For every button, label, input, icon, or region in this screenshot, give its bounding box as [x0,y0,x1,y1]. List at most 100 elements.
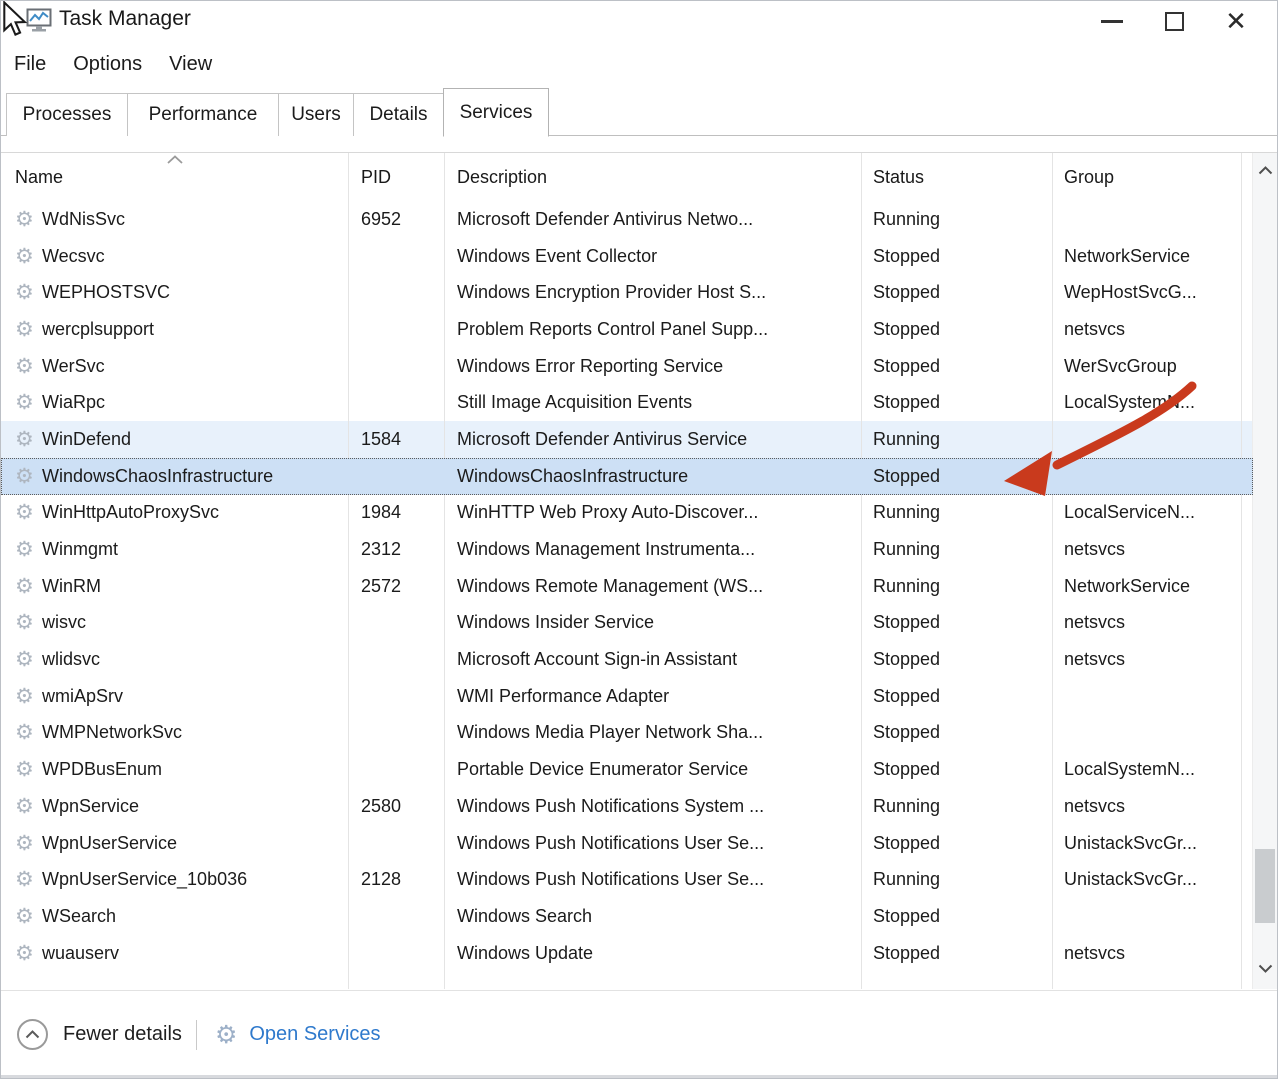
vertical-scrollbar[interactable] [1252,153,1277,989]
service-name: Winmgmt [42,539,118,560]
table-row[interactable]: ⚙ WEPHOSTSVC Windows Encryption Provider… [1,274,1253,311]
scroll-down-button[interactable] [1253,951,1277,985]
table-row[interactable]: ⚙ WpnUserService_10b036 2128 Windows Pus… [1,861,1253,898]
scrollbar-thumb[interactable] [1255,849,1275,923]
open-services-link[interactable]: ⚙ Open Services [215,1020,381,1050]
service-pid [348,678,444,715]
column-divider[interactable] [444,153,445,989]
service-pid [348,605,444,642]
table-row[interactable]: ⚙ WindowsChaosInfrastructure WindowsChao… [1,458,1253,495]
service-description: WMI Performance Adapter [444,678,861,715]
fewer-details-label[interactable]: Fewer details [63,1023,182,1046]
column-divider[interactable] [861,153,862,989]
chevron-up-circle-icon [25,1030,40,1039]
menu-options[interactable]: Options [73,53,142,76]
table-row[interactable]: ⚙ WinHttpAutoProxySvc 1984 WinHTTP Web P… [1,495,1253,532]
minimize-button[interactable] [1081,1,1143,41]
service-group: netsvcs [1052,641,1241,678]
service-name: WinDefend [42,429,131,450]
table-row[interactable]: ⚙ WiaRpc Still Image Acquisition Events … [1,384,1253,421]
service-group: UnistackSvcGr... [1052,861,1241,898]
service-gear-icon: ⚙ [15,941,42,966]
service-status: Running [861,495,1052,532]
menu-file[interactable]: File [14,53,46,76]
service-group: WepHostSvcG... [1052,274,1241,311]
service-group: NetworkService [1052,238,1241,275]
minimize-icon [1101,20,1123,23]
service-pid: 2128 [348,861,444,898]
tab-performance[interactable]: Performance [127,93,279,136]
tab-details[interactable]: Details [353,93,444,136]
service-gear-icon: ⚙ [15,794,42,819]
table-row[interactable]: ⚙ WinDefend 1584 Microsoft Defender Anti… [1,421,1253,458]
footer-bar: Fewer details ⚙ Open Services [1,990,1277,1078]
service-pid [348,384,444,421]
table-row[interactable]: ⚙ Winmgmt 2312 Windows Management Instru… [1,531,1253,568]
service-group [1052,458,1241,495]
service-description: Windows Insider Service [444,605,861,642]
maximize-button[interactable] [1143,1,1205,41]
menu-bar: File Options View [1,45,239,83]
column-divider[interactable] [348,153,349,989]
service-group [1052,678,1241,715]
tab-processes[interactable]: Processes [6,93,128,136]
table-row[interactable]: ⚙ wercplsupport Problem Reports Control … [1,311,1253,348]
service-name: wlidsvc [42,649,100,670]
scroll-up-button[interactable] [1253,153,1277,187]
service-group: NetworkService [1052,568,1241,605]
fewer-details-button[interactable] [17,1019,48,1050]
tab-services[interactable]: Services [443,88,549,137]
table-row[interactable]: ⚙ wlidsvc Microsoft Account Sign-in Assi… [1,641,1253,678]
column-header-pid[interactable]: PID [348,153,444,201]
table-row[interactable]: ⚙ Wecsvc Windows Event Collector Stopped… [1,238,1253,275]
service-status: Stopped [861,678,1052,715]
service-name: WdNisSvc [42,209,125,230]
table-row[interactable]: ⚙ WerSvc Windows Error Reporting Service… [1,348,1253,385]
table-row[interactable]: ⚙ wuauserv Windows Update Stopped netsvc… [1,935,1253,972]
service-name: WerSvc [42,356,105,377]
column-header-description[interactable]: Description [444,153,861,201]
service-name: WinRM [42,576,101,597]
window-title: Task Manager [59,7,191,31]
table-row[interactable]: ⚙ WpnUserService Windows Push Notificati… [1,825,1253,862]
table-row[interactable]: ⚙ wmiApSrv WMI Performance Adapter Stopp… [1,678,1253,715]
service-gear-icon: ⚙ [15,390,42,415]
column-divider[interactable] [1241,153,1242,989]
service-group: netsvcs [1052,531,1241,568]
service-name: WSearch [42,906,116,927]
service-status: Stopped [861,605,1052,642]
service-pid: 2572 [348,568,444,605]
table-row[interactable]: ⚙ WinRM 2572 Windows Remote Management (… [1,568,1253,605]
column-header-group[interactable]: Group [1052,153,1241,201]
column-header-status[interactable]: Status [861,153,1052,201]
service-name: WMPNetworkSvc [42,722,182,743]
table-row[interactable]: ⚙ WPDBusEnum Portable Device Enumerator … [1,751,1253,788]
services-gear-icon: ⚙ [215,1020,237,1050]
table-row[interactable]: ⚙ WpnService 2580 Windows Push Notificat… [1,788,1253,825]
service-description: Problem Reports Control Panel Supp... [444,311,861,348]
close-button[interactable]: ✕ [1205,1,1267,41]
table-row[interactable]: ⚙ WdNisSvc 6952 Microsoft Defender Antiv… [1,201,1253,238]
menu-view[interactable]: View [169,53,212,76]
service-gear-icon: ⚙ [15,647,42,672]
service-description: Microsoft Defender Antivirus Netwo... [444,201,861,238]
window-bottom-edge [1,1075,1277,1078]
table-row[interactable]: ⚙ WSearch Windows Search Stopped [1,898,1253,935]
service-pid [348,641,444,678]
service-description: Windows Event Collector [444,238,861,275]
service-status: Stopped [861,641,1052,678]
service-status: Running [861,568,1052,605]
table-row[interactable]: ⚙ wisvc Windows Insider Service Stopped … [1,605,1253,642]
service-pid: 2312 [348,531,444,568]
service-gear-icon: ⚙ [15,537,42,562]
service-name: WpnUserService_10b036 [42,869,247,890]
service-pid [348,348,444,385]
table-row[interactable]: ⚙ WMPNetworkSvc Windows Media Player Net… [1,715,1253,752]
service-gear-icon: ⚙ [15,831,42,856]
column-divider[interactable] [1052,153,1053,989]
footer-divider [196,1020,197,1050]
service-group: LocalServiceN... [1052,495,1241,532]
service-description: Windows Push Notifications User Se... [444,825,861,862]
tab-users[interactable]: Users [278,93,354,136]
service-status: Stopped [861,825,1052,862]
